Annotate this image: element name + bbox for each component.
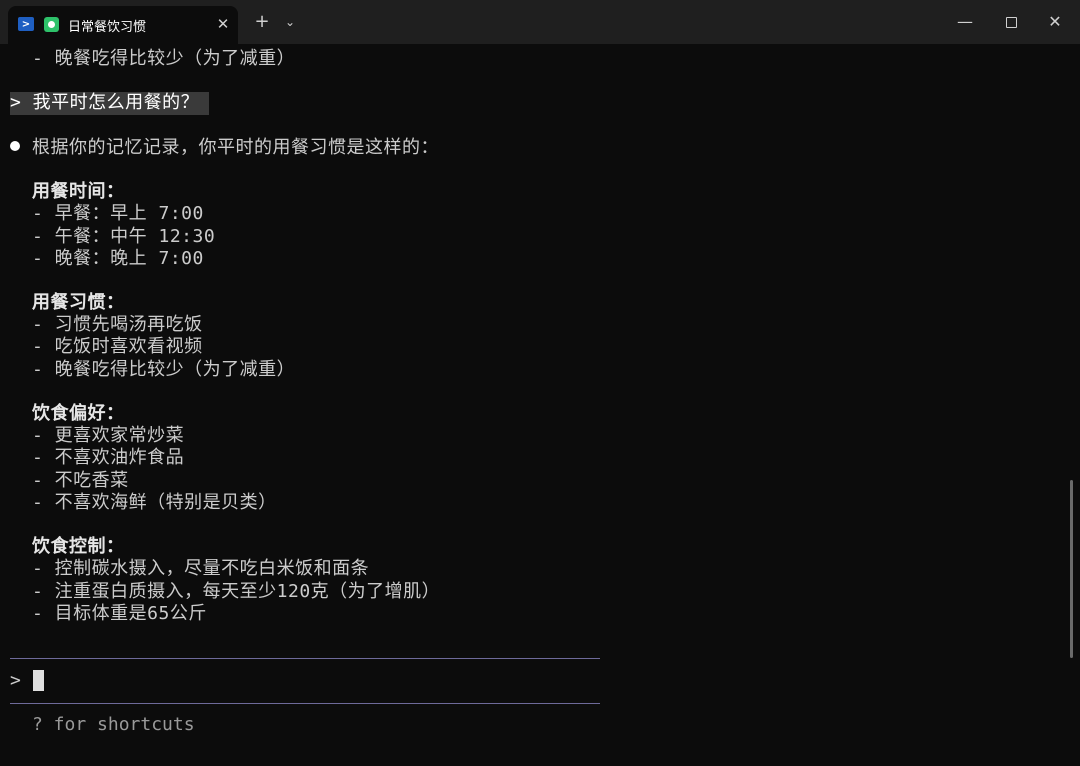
tab-active[interactable]: > 日常餐饮习惯 ✕ xyxy=(8,6,238,44)
response-intro: 根据你的记忆记录，你平时的用餐习惯是这样的： xyxy=(32,136,439,158)
app-icon xyxy=(44,17,59,32)
section-heading: 用餐习惯： xyxy=(32,292,125,314)
previous-output-line: - 晚餐吃得比较少（为了减重） xyxy=(32,48,296,69)
list-item: - 晚餐吃得比较少（为了减重） xyxy=(32,358,296,380)
section-heading: 饮食控制： xyxy=(32,536,125,558)
response-bullet-icon xyxy=(10,140,20,151)
list-item: - 早餐：早上 7:00 xyxy=(32,203,204,225)
input-prompt: > xyxy=(10,670,21,691)
text-cursor[interactable] xyxy=(33,670,44,691)
section-heading: 饮食偏好： xyxy=(32,403,125,424)
list-item: - 控制碳水摄入，尽量不吃白米饭和面条 xyxy=(32,558,370,580)
input-divider-bottom xyxy=(10,703,600,704)
tab-close-icon[interactable]: ✕ xyxy=(214,13,232,35)
maximize-button[interactable] xyxy=(996,8,1026,36)
list-item: - 午餐：中午 12:30 xyxy=(32,225,216,247)
input-divider-top xyxy=(10,658,600,659)
list-item: - 目标体重是65公斤 xyxy=(32,602,207,624)
title-bar: > 日常餐饮习惯 ✕ + ⌄ — ✕ xyxy=(0,0,1080,44)
list-item: - 不喜欢油炸食品 xyxy=(32,447,185,469)
list-item: - 习惯先喝汤再吃饭 xyxy=(32,314,203,336)
list-item: - 注重蛋白质摄入，每天至少120克（为了增肌） xyxy=(32,580,441,602)
scrollbar[interactable] xyxy=(1070,480,1073,658)
list-item: - 不喜欢海鲜（特别是贝类） xyxy=(32,491,277,513)
tab-title: 日常餐饮习惯 xyxy=(68,20,147,35)
chevron-down-icon[interactable]: ⌄ xyxy=(280,8,300,36)
minimize-button[interactable]: — xyxy=(950,8,980,36)
terminal-icon: > xyxy=(18,17,34,31)
maximize-icon xyxy=(1005,17,1017,28)
list-item: - 吃饭时喜欢看视频 xyxy=(32,336,203,358)
section-heading: 用餐时间： xyxy=(32,181,125,203)
user-prompt: > 我平时怎么用餐的？ xyxy=(10,92,210,115)
list-item: - 不吃香菜 xyxy=(32,469,129,491)
list-item: - 更喜欢家常炒菜 xyxy=(32,425,185,447)
new-tab-button[interactable]: + xyxy=(250,8,274,36)
close-button[interactable]: ✕ xyxy=(1040,8,1070,36)
list-item: - 晚餐：晚上 7:00 xyxy=(32,247,204,269)
terminal-output: - 晚餐吃得比较少（为了减重） > 我平时怎么用餐的？ 根据你的记忆记录，你平时… xyxy=(10,48,1060,625)
shortcuts-hint: ? for shortcuts xyxy=(32,714,195,735)
